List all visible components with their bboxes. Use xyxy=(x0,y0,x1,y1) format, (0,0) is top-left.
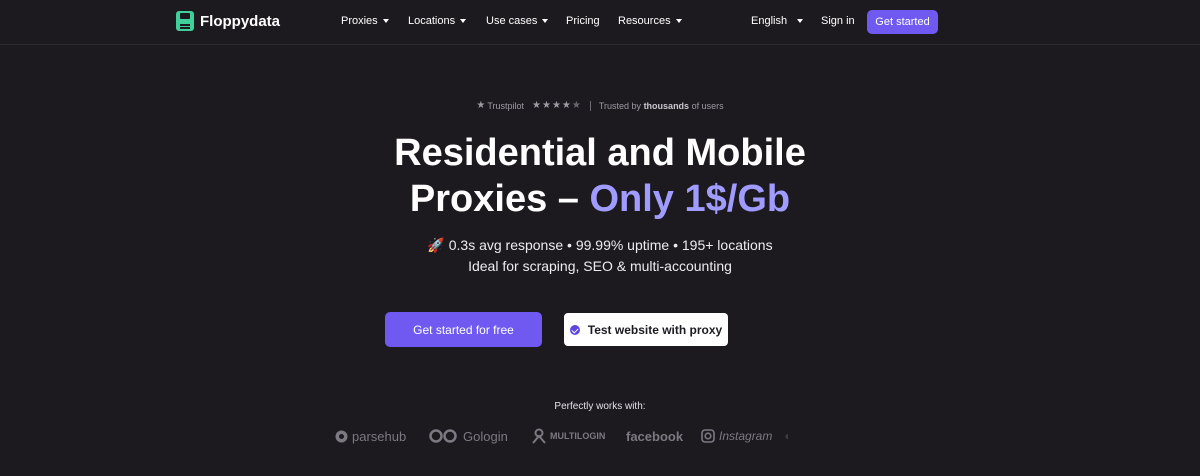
nav-item-proxies[interactable]: Proxies xyxy=(341,15,389,27)
gologin-icon xyxy=(429,429,457,443)
partner-name: facebook xyxy=(626,428,684,444)
partner-name: MULTILOGIN xyxy=(550,431,606,441)
hero-use-cases: Ideal for scraping, SEO & multi-accounti… xyxy=(468,258,732,274)
sign-in-label: Sign in xyxy=(821,15,855,27)
chevron-down-icon xyxy=(382,19,389,23)
trust-suffix: of users xyxy=(691,100,724,111)
language-label: English xyxy=(751,15,788,27)
hero-line-2: Proxies – xyxy=(409,178,579,220)
nav-label: Use cases xyxy=(486,15,538,27)
partial-logo-glyph: ◖ xyxy=(783,429,791,443)
multilogin-icon xyxy=(532,428,546,444)
nav-label: Pricing xyxy=(566,15,600,27)
hero-stats: 🚀 0.3s avg response • 99.99% uptime • 19… xyxy=(427,237,773,253)
get-started-free-button[interactable]: Get started for free xyxy=(385,312,542,347)
nav-item-locations[interactable]: Locations xyxy=(408,15,467,27)
trust-text: Trusted by thousands of users xyxy=(599,101,724,111)
hero-headline: Residential and Mobile Proxies – Only 1$… xyxy=(0,130,1200,222)
divider xyxy=(589,100,591,111)
instagram-icon xyxy=(701,429,715,443)
hero-line-1: Residential and Mobile xyxy=(394,132,806,174)
trust-prefix: Trusted by xyxy=(598,100,642,111)
trustpilot-star-icon: ★ xyxy=(476,100,486,111)
partner-name: Instagram xyxy=(719,429,773,443)
nav-label: Proxies xyxy=(341,15,378,27)
language-selector[interactable]: English xyxy=(751,15,804,27)
test-website-button[interactable]: Test website with proxy xyxy=(564,313,728,346)
top-nav-bar: Floppydata Proxies Locations Use cases P… xyxy=(0,0,1200,45)
nav-label: Locations xyxy=(408,15,456,27)
get-started-button[interactable]: Get started xyxy=(867,10,938,34)
trust-row: ★ Trustpilot ★★★★★ Trusted by thousands … xyxy=(0,100,1200,111)
nav-item-pricing[interactable]: Pricing xyxy=(566,15,600,27)
chevron-down-icon xyxy=(675,19,682,23)
nav-label: Resources xyxy=(618,15,671,27)
partners-heading: Perfectly works with: xyxy=(554,401,646,412)
sign-in-link[interactable]: Sign in xyxy=(821,15,855,27)
hero-price-highlight: Only 1$/Gb xyxy=(589,178,791,220)
chevron-down-icon xyxy=(460,19,467,23)
brand-name: Floppydata xyxy=(200,12,281,30)
rating-stars: ★★★★★ xyxy=(532,100,582,111)
partner-logo-facebook: facebook xyxy=(626,429,683,444)
parsehub-icon xyxy=(335,430,348,442)
partner-logo-instagram: Instagram xyxy=(701,429,772,443)
partner-logo-gologin: Gologin xyxy=(429,429,508,444)
floppy-disk-icon xyxy=(176,11,194,31)
nav-item-resources[interactable]: Resources xyxy=(618,15,682,27)
partner-logo-partial: ◖ xyxy=(783,429,790,443)
partner-name: parsehub xyxy=(352,428,407,444)
test-website-label: Test website with proxy xyxy=(587,322,723,337)
hero-subtitle: 🚀 0.3s avg response • 99.99% uptime • 19… xyxy=(0,235,1200,277)
brand-logo[interactable]: Floppydata xyxy=(176,11,280,31)
partner-name: Gologin xyxy=(463,428,508,444)
check-circle-icon xyxy=(569,324,580,335)
partner-logos: parsehub Gologin MULTILOGIN facebook Ins… xyxy=(335,425,805,447)
chevron-down-icon xyxy=(797,19,804,23)
chevron-down-icon xyxy=(542,19,549,23)
trust-highlight: thousands xyxy=(643,100,690,111)
trustpilot-badge[interactable]: ★ Trustpilot xyxy=(476,100,524,111)
partner-logo-parsehub: parsehub xyxy=(335,429,406,444)
trustpilot-label: Trustpilot xyxy=(487,100,525,111)
nav-item-use-cases[interactable]: Use cases xyxy=(486,15,549,27)
partner-logo-multilogin: MULTILOGIN xyxy=(532,428,605,444)
